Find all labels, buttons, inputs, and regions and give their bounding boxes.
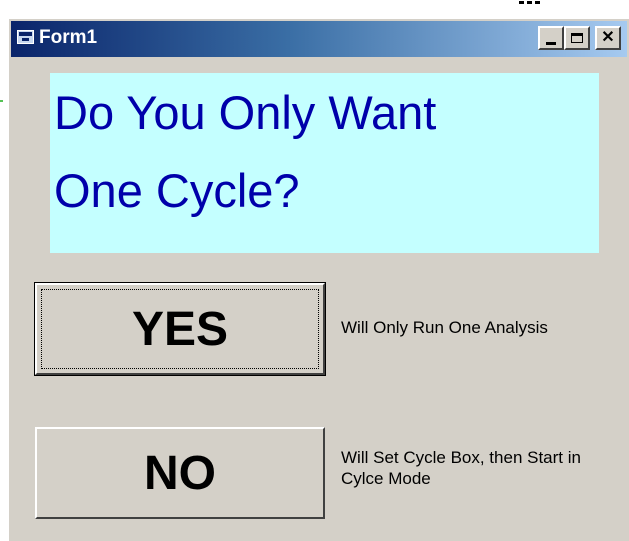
top-marker-3 — [535, 1, 540, 4]
form-icon[interactable] — [17, 30, 34, 44]
minimize-button[interactable] — [538, 26, 564, 50]
question-label-panel: Do You Only Want One Cycle? — [50, 73, 599, 253]
maximize-icon — [571, 33, 583, 43]
no-description: Will Set Cycle Box, then Start in Cylce … — [341, 448, 581, 488]
top-marker-2 — [527, 1, 532, 4]
form-window: Form1 ✕ Do You Only Want One Cycle? YES … — [8, 18, 629, 541]
no-button-label: NO — [144, 446, 216, 500]
yes-description: Will Only Run One Analysis — [341, 318, 548, 337]
window-title: Form1 — [39, 27, 98, 48]
minimize-icon — [546, 41, 556, 45]
maximize-button[interactable] — [564, 26, 590, 50]
close-button[interactable]: ✕ — [595, 26, 621, 50]
yes-button[interactable]: YES — [34, 282, 326, 376]
question-line-2: One Cycle? — [54, 164, 300, 217]
close-icon: ✕ — [601, 29, 615, 46]
title-bar[interactable]: Form1 ✕ — [11, 21, 627, 57]
yes-button-label: YES — [131, 302, 229, 356]
no-button[interactable]: NO — [35, 427, 325, 519]
green-marker — [0, 100, 3, 102]
top-marker-1 — [519, 1, 524, 4]
question-line-1: Do You Only Want — [54, 86, 437, 139]
